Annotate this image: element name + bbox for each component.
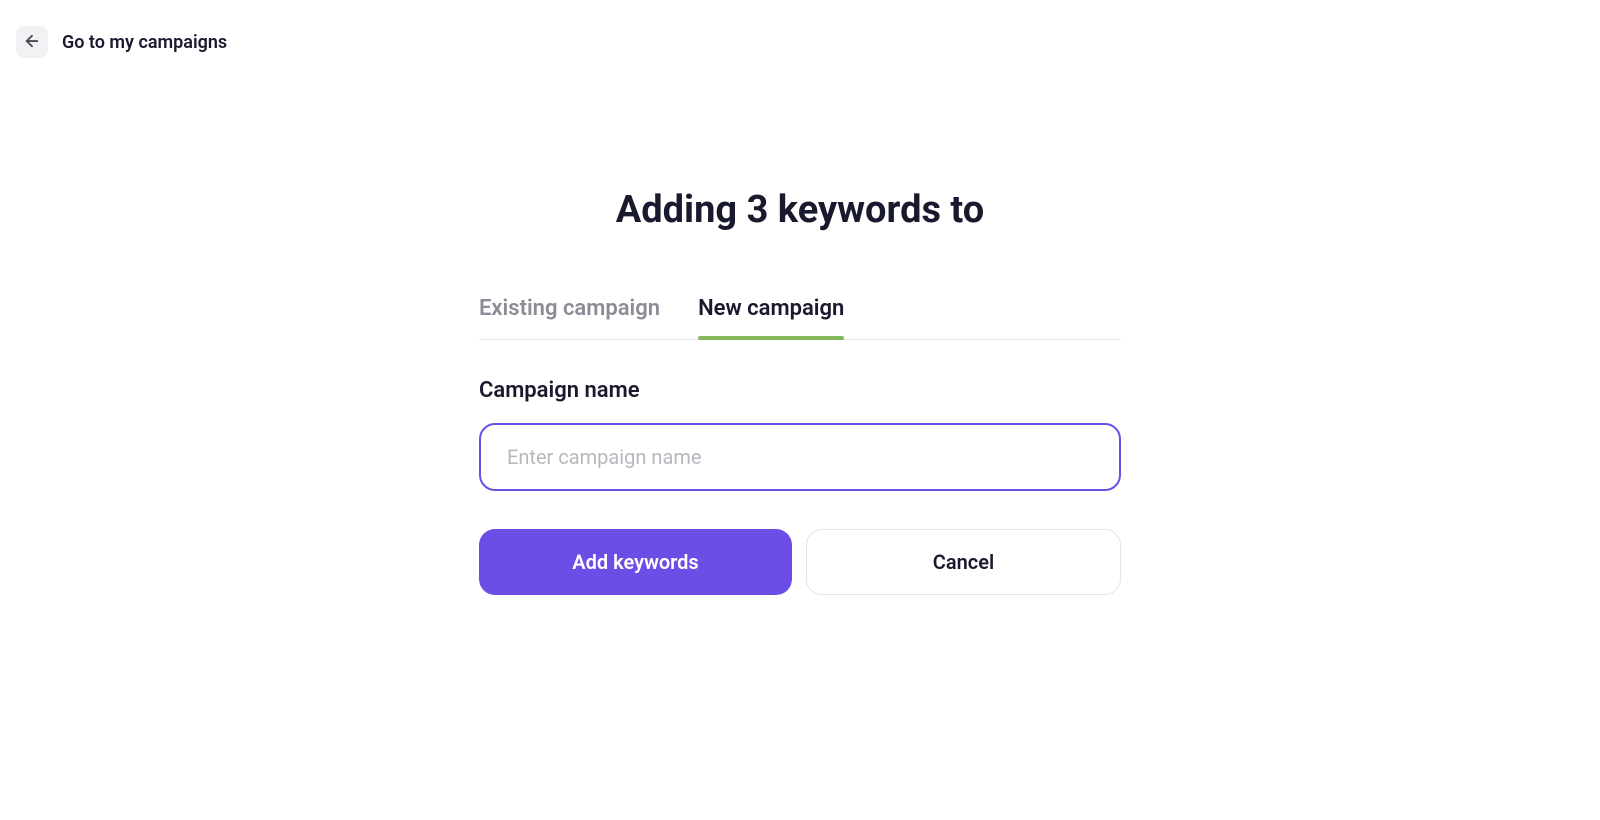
tab-new-campaign[interactable]: New campaign (698, 296, 844, 339)
page-title: Adding 3 keywords to (616, 188, 985, 232)
campaign-name-input[interactable] (479, 423, 1121, 491)
back-label: Go to my campaigns (62, 32, 227, 53)
back-navigation: Go to my campaigns (0, 0, 1600, 84)
add-keywords-button[interactable]: Add keywords (479, 529, 792, 595)
form-container: Existing campaign New campaign Campaign … (479, 296, 1121, 595)
tabs: Existing campaign New campaign (479, 296, 1121, 340)
arrow-left-icon (23, 32, 41, 53)
campaign-name-label: Campaign name (479, 378, 1121, 403)
main-content: Adding 3 keywords to Existing campaign N… (0, 84, 1600, 595)
cancel-button[interactable]: Cancel (806, 529, 1121, 595)
tab-existing-campaign[interactable]: Existing campaign (479, 296, 660, 339)
button-row: Add keywords Cancel (479, 529, 1121, 595)
back-button[interactable] (16, 26, 48, 58)
